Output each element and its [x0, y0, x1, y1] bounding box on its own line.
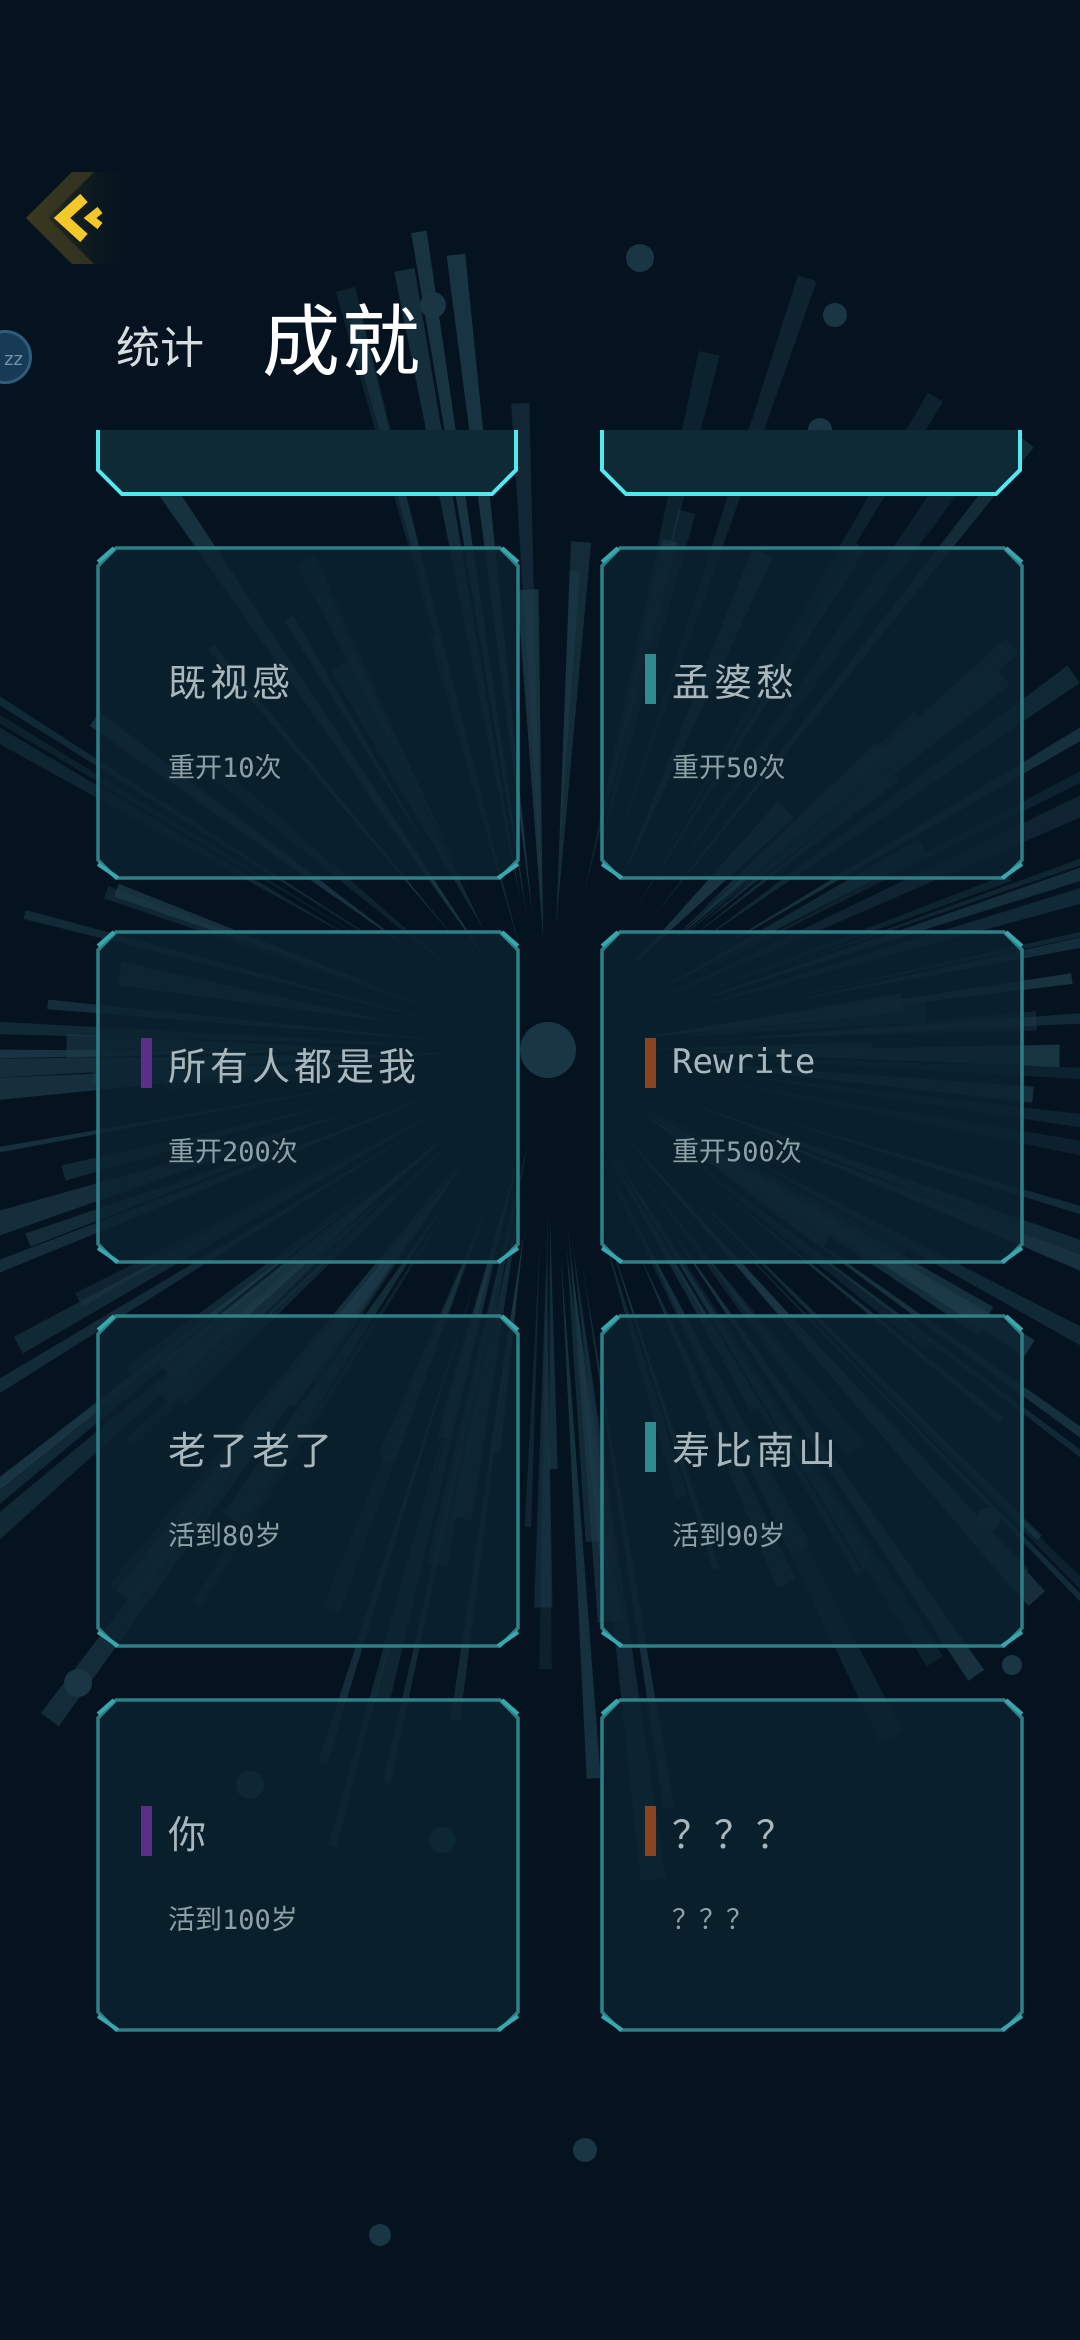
- background-dot: [1002, 1655, 1022, 1675]
- achievement-title: 既视感: [168, 661, 295, 705]
- achievement-header-left: [96, 430, 518, 498]
- achievement-card[interactable]: 孟婆愁重开50次: [600, 546, 1024, 880]
- achievement-description: 重开50次: [672, 753, 786, 784]
- achievement-card[interactable]: 老了老了活到80岁: [96, 1314, 520, 1648]
- achievement-card[interactable]: 所有人都是我重开200次: [96, 930, 520, 1264]
- starburst-ray: [524, 1238, 541, 1528]
- starburst-ray: [556, 541, 592, 927]
- achievement-title: 你: [168, 1813, 211, 1857]
- achievement-description: ？？？: [672, 1905, 753, 1936]
- achievement-card[interactable]: 寿比南山活到90岁: [600, 1314, 1024, 1648]
- back-arrow-icon[interactable]: [26, 172, 138, 264]
- achievement-marker: [141, 1806, 152, 1856]
- achievement-description: 重开200次: [168, 1137, 298, 1168]
- achievement-marker: [645, 654, 656, 704]
- achievement-description: 重开10次: [168, 753, 282, 784]
- achievement-title: 所有人都是我: [168, 1045, 421, 1089]
- achievement-description: 重开500次: [672, 1137, 802, 1168]
- achievement-description: 活到80岁: [168, 1521, 282, 1552]
- achievement-marker: [645, 1422, 656, 1472]
- tab-achievements[interactable]: 成就: [262, 280, 422, 392]
- achievement-title: 老了老了: [168, 1429, 337, 1473]
- achievement-description: 活到90岁: [672, 1521, 786, 1552]
- achievement-marker: [141, 1038, 152, 1088]
- achievement-marker: [645, 1038, 656, 1088]
- achievement-title: ？？？: [672, 1813, 799, 1857]
- achievement-card[interactable]: 既视感重开10次: [96, 546, 520, 880]
- background-dot: [420, 292, 446, 318]
- starburst-center: [520, 1022, 576, 1078]
- achievement-title: 寿比南山: [672, 1429, 841, 1473]
- achievement-description: 活到100岁: [168, 1905, 298, 1936]
- achievement-title: 孟婆愁: [672, 661, 799, 705]
- achievement-title: Rewrite: [672, 1042, 816, 1082]
- achievement-marker: [645, 1806, 656, 1856]
- starburst-ray: [549, 1217, 558, 1470]
- tab-statistics[interactable]: 统计: [116, 312, 204, 376]
- background-dot: [626, 244, 654, 272]
- achievement-header-right: [600, 430, 1022, 498]
- achievement-card[interactable]: 你活到100岁: [96, 1698, 520, 2032]
- background-dot: [823, 303, 847, 327]
- achievement-card[interactable]: ？？？ ？？？: [600, 1698, 1024, 2032]
- achievement-card[interactable]: Rewrite 重开500次: [600, 930, 1024, 1264]
- background-dot: [369, 2224, 391, 2246]
- background-dot: [573, 2138, 597, 2162]
- background-dot: [64, 1669, 92, 1697]
